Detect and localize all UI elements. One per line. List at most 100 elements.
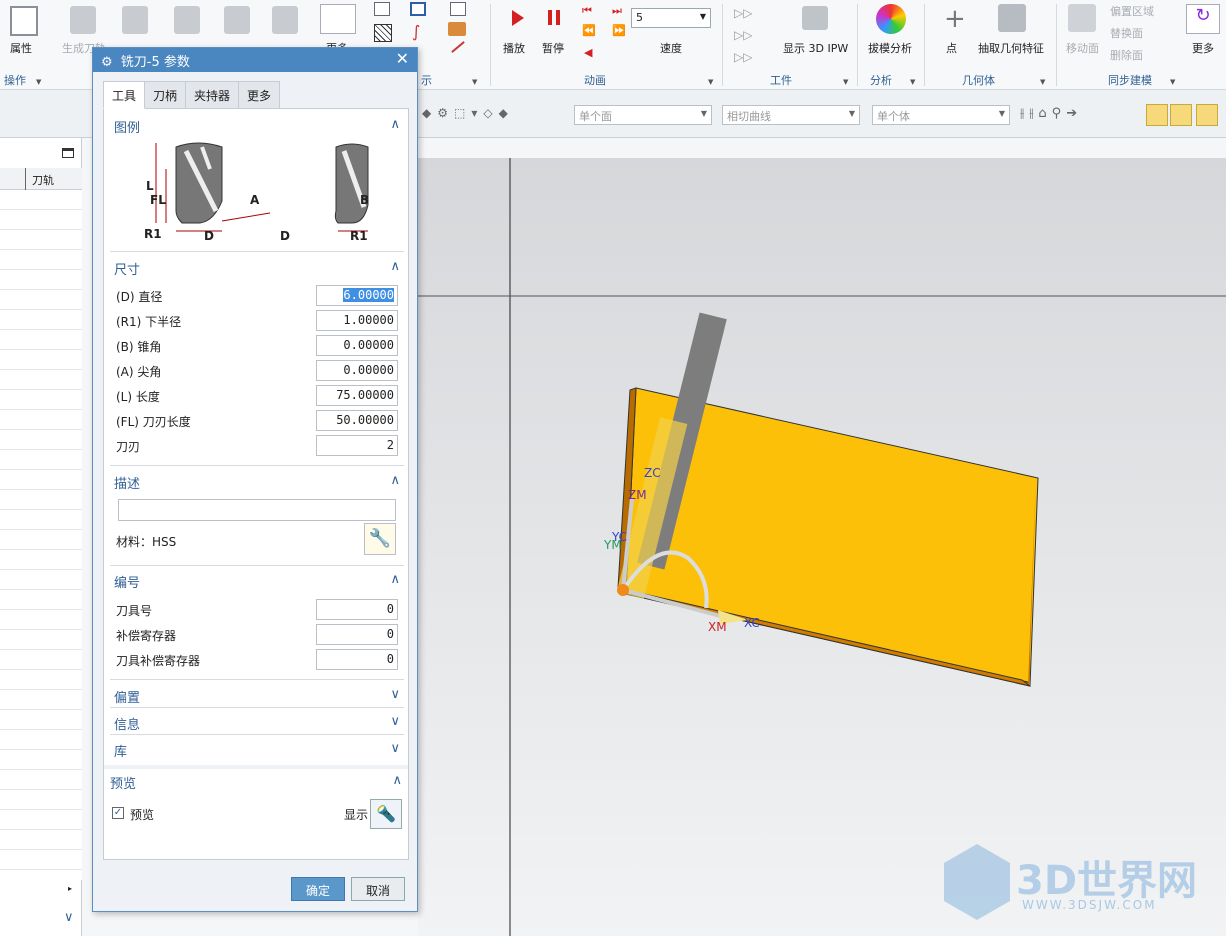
flutes-input[interactable]: 2	[316, 435, 398, 456]
more-icon	[320, 4, 356, 34]
section-header-description[interactable]: 描述 ∧	[114, 473, 400, 495]
dialog-titlebar[interactable]: ⚙ 铣刀-5 参数 ✕	[93, 48, 417, 72]
cancel-button[interactable]: 取消	[351, 877, 405, 901]
preview-checkbox[interactable]: ✓	[112, 807, 124, 819]
snap-end-icon[interactable]	[1170, 104, 1192, 126]
tip-angle-input[interactable]: 0.00000	[316, 360, 398, 381]
flute-length-input[interactable]: 50.00000	[316, 410, 398, 431]
step-fwd-icon[interactable]: ⏭	[612, 4, 622, 18]
maximize-icon[interactable]	[62, 148, 74, 158]
section-title-description: 描述	[114, 477, 141, 492]
gen-toolpath-icon	[70, 6, 96, 34]
close-icon[interactable]: ✕	[396, 49, 409, 68]
chevron-down-icon[interactable]: ▼	[708, 78, 713, 86]
display-icon-3[interactable]	[450, 2, 466, 16]
more-button-2[interactable]: 更多	[1192, 40, 1214, 56]
comp-register-input[interactable]: 0	[316, 624, 398, 645]
tab-tool[interactable]: 工具	[103, 81, 146, 109]
dim-label-R1-left: R1	[144, 227, 162, 241]
dim-label-L: L	[146, 179, 154, 193]
field-tip-angle: (A) 尖角 0.00000	[116, 360, 398, 382]
snap-icons[interactable]: ⫲⫲⌂⚲➔	[1020, 106, 1082, 121]
tool-number-input[interactable]: 0	[316, 599, 398, 620]
curve-rule-select[interactable]: 相切曲线 ▼	[722, 105, 860, 125]
chevron-down-icon[interactable]: ▼	[843, 78, 848, 86]
section-header-preview[interactable]: 预览 ∧	[110, 773, 402, 795]
chevron-down-icon[interactable]: ∨	[64, 910, 74, 925]
display-icon-1[interactable]	[374, 2, 390, 16]
axis-label-zm: ZM	[628, 488, 647, 502]
ipw-small-icons[interactable]: ▷▷ ▷▷ ▷▷	[734, 2, 752, 68]
scroll-right-icon[interactable]: ▸	[68, 884, 72, 893]
properties-icon	[10, 6, 38, 36]
section-header-offset[interactable]: 偏置 ∨	[114, 687, 400, 709]
tool-comp-register-input[interactable]: 0	[316, 649, 398, 670]
snap-mid-icon[interactable]	[1196, 104, 1218, 126]
step-back-2-icon[interactable]: ⏪	[582, 24, 596, 37]
play-icon	[512, 10, 524, 26]
move-face-button[interactable]: 移动面	[1066, 40, 1099, 56]
chevron-down-icon[interactable]: ▼	[36, 78, 41, 86]
properties-button[interactable]: 属性	[10, 40, 32, 56]
point-button[interactable]: 点	[946, 40, 957, 56]
description-input[interactable]	[118, 499, 396, 521]
row-lines	[0, 190, 82, 880]
draft-analysis-icon	[876, 4, 906, 34]
speed-select[interactable]: 5 ▼	[631, 8, 711, 28]
column-header-toolpath[interactable]: 刀轨	[32, 172, 54, 188]
section-header-library[interactable]: 库 ∨	[114, 741, 400, 763]
chevron-down-icon[interactable]: ▼	[472, 78, 477, 86]
field-label: (D) 直径	[116, 290, 163, 304]
play-button[interactable]: 播放	[503, 40, 525, 56]
scene-svg	[418, 158, 1226, 936]
flashlight-icon[interactable]: 🔦	[370, 799, 402, 829]
speed-label: 速度	[660, 42, 682, 55]
section-header-numbering[interactable]: 编号 ∧	[114, 572, 400, 594]
group-label-animation: 动画	[584, 74, 606, 87]
axis-label-xc: XC	[744, 616, 760, 630]
face-rule-select[interactable]: 单个面 ▼	[574, 105, 712, 125]
tab-clamp[interactable]: 夹持器	[185, 81, 240, 109]
curve-icon[interactable]: ∫	[412, 22, 420, 41]
step-back-3-icon[interactable]: ◀	[584, 46, 592, 59]
section-header-dimensions[interactable]: 尺寸 ∧	[114, 259, 400, 281]
tab-holder[interactable]: 刀柄	[144, 81, 187, 109]
dim-label-R1-right: R1	[350, 229, 368, 243]
move-face-icon	[1068, 4, 1096, 32]
draft-analysis-button[interactable]: 拔模分析	[868, 40, 912, 56]
snap-point-icon[interactable]	[1146, 104, 1168, 126]
display-icon-4[interactable]	[374, 24, 392, 42]
postprocess-icon	[224, 6, 250, 34]
lower-radius-input[interactable]: 1.00000	[316, 310, 398, 331]
display-icon-5[interactable]	[448, 22, 466, 36]
chevron-down-icon[interactable]: ▼	[910, 78, 915, 86]
tab-more[interactable]: 更多	[238, 81, 281, 109]
section-header-info[interactable]: 信息 ∨	[114, 714, 400, 736]
length-input[interactable]: 75.00000	[316, 385, 398, 406]
field-label: (FL) 刀刃长度	[116, 415, 191, 429]
field-flutes: 刀刃 2	[116, 435, 398, 457]
taper-angle-input[interactable]: 0.00000	[316, 335, 398, 356]
show-3d-ipw-button[interactable]: 显示 3D IPW	[783, 40, 848, 56]
step-back-icon[interactable]: ⏮	[582, 4, 592, 18]
graphics-viewport[interactable]: ZC ZM YC YM XM XC 3D世界网 WWW.3DSJW.COM	[418, 158, 1226, 936]
ok-button[interactable]: 确定	[291, 877, 345, 901]
offset-region-button[interactable]: 偏置区域	[1110, 3, 1154, 19]
delete-face-button[interactable]: 删除面	[1110, 47, 1143, 63]
section-header-figure[interactable]: 图例 ∧	[114, 117, 400, 139]
extract-geom-button[interactable]: 抽取几何特征	[978, 40, 1044, 56]
body-rule-select[interactable]: 单个体 ▼	[872, 105, 1010, 125]
line-icon[interactable]	[451, 41, 465, 53]
chevron-down-icon[interactable]: ▼	[1170, 78, 1175, 86]
dim-label-FL: FL	[150, 193, 166, 207]
replace-face-button[interactable]: 替换面	[1110, 25, 1143, 41]
group-label-display: 示	[421, 74, 432, 87]
chevron-down-icon: ∨	[390, 687, 400, 702]
diameter-input[interactable]: 6.00000	[316, 285, 398, 306]
step-fwd-2-icon[interactable]: ⏩	[612, 24, 626, 37]
display-icon-2[interactable]	[410, 2, 426, 16]
wrench-icon[interactable]: 🔧	[364, 523, 396, 555]
pause-button[interactable]: 暂停	[542, 40, 564, 56]
toolbar-icons-left[interactable]: ◆⚙⬚▾◇◆	[422, 106, 514, 120]
chevron-down-icon[interactable]: ▼	[1040, 78, 1045, 86]
